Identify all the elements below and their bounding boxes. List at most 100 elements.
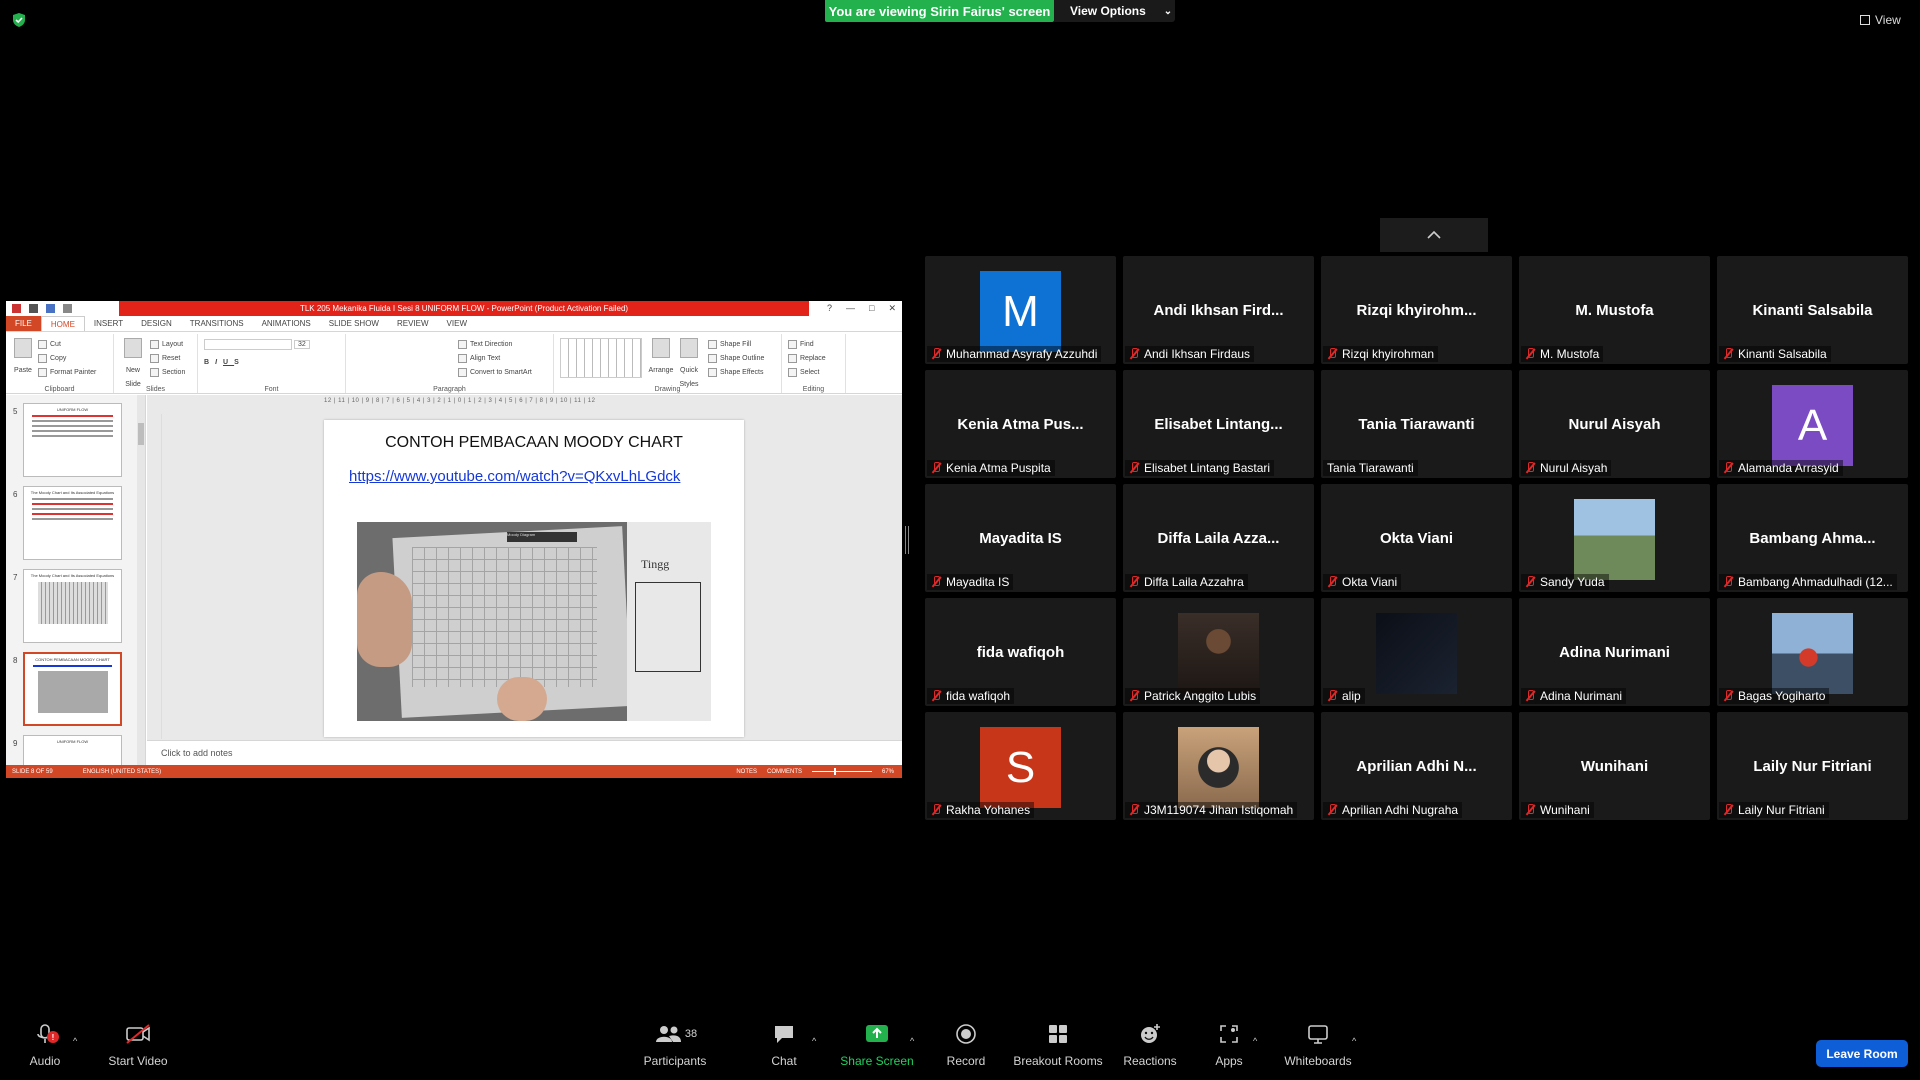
muted-mic-icon: [1327, 804, 1337, 816]
ppt-title-bar: TLK 205 Mekanika Fluida I Sesi 8 UNIFORM…: [6, 301, 902, 316]
ribbon-group-clipboard: Paste Cut Copy Format Painter Clipboard: [6, 334, 114, 393]
new-slide-icon: [124, 338, 142, 358]
reactions-button[interactable]: Reactions: [1122, 1020, 1178, 1076]
shape-outline-icon: [708, 353, 717, 363]
participant-tile[interactable]: Adina Nurimani Adina Nurimani: [1519, 598, 1710, 706]
participant-gallery: M Muhammad Asyrafy Azzuhdi Andi Ikhsan Fir…: [925, 256, 1910, 824]
collapse-gallery-button[interactable]: [1380, 218, 1488, 252]
participant-tile[interactable]: Elisabet Lintang... Elisabet Lintang Bast…: [1123, 370, 1314, 478]
participants-button[interactable]: 38 Participants: [640, 1020, 710, 1076]
participant-tile[interactable]: Aprilian Adhi N... Aprilian Adhi Nugraha: [1321, 712, 1512, 820]
muted-mic-icon: [1525, 576, 1535, 588]
participant-tile[interactable]: Nurul Aisyah Nurul Aisyah: [1519, 370, 1710, 478]
participant-tile[interactable]: fida wafiqoh fida wafiqoh: [925, 598, 1116, 706]
participant-name: Wunihani: [1540, 803, 1590, 817]
layout-icon: [150, 339, 159, 349]
participant-tile[interactable]: Mayadita IS Mayadita IS: [925, 484, 1116, 592]
security-shield-icon[interactable]: [11, 12, 27, 28]
participant-tile[interactable]: Kenia Atma Pus... Kenia Atma Puspita: [925, 370, 1116, 478]
apps-icon: [1220, 1025, 1238, 1043]
participant-name: Alamanda Arrasyid: [1738, 461, 1839, 475]
language-status: ENGLISH (UNITED STATES): [82, 768, 162, 775]
participant-tile[interactable]: J3M119074 Jihan Istiqomah: [1123, 712, 1314, 820]
breakout-rooms-button[interactable]: Breakout Rooms: [1013, 1020, 1103, 1076]
apps-button[interactable]: Apps: [1212, 1020, 1246, 1076]
participant-tile[interactable]: alip: [1321, 598, 1512, 706]
share-screen-button[interactable]: Share Screen: [838, 1020, 916, 1076]
participant-tile[interactable]: Kinanti Salsabila Kinanti Salsabila: [1717, 256, 1908, 364]
section-label: Section: [162, 369, 186, 376]
participant-name-label: Mayadita IS: [927, 574, 1014, 590]
record-button[interactable]: Record: [944, 1020, 988, 1076]
quick-styles-icon: [680, 338, 698, 358]
muted-mic-icon: [1723, 462, 1733, 474]
participant-display-name: Kenia Atma Pus...: [957, 416, 1084, 433]
participant-tile[interactable]: S Rakha Yohanes: [925, 712, 1116, 820]
participant-tile[interactable]: Patrick Anggito Lubis: [1123, 598, 1314, 706]
participant-name: Andi Ikhsan Firdaus: [1144, 347, 1251, 361]
participant-name-label: Bagas Yogiharto: [1719, 688, 1830, 704]
copy-icon: [38, 353, 47, 363]
participant-name: alip: [1342, 689, 1361, 703]
audio-button[interactable]: Audio: [22, 1020, 68, 1076]
tab-insert: INSERT: [93, 319, 124, 328]
start-video-label: Start Video: [108, 1054, 168, 1068]
participant-display-name: Andi Ikhsan Fird...: [1153, 302, 1284, 319]
participant-name: Rizqi khyirohman: [1342, 347, 1435, 361]
participant-tile[interactable]: Wunihani Wunihani: [1519, 712, 1710, 820]
copy-label: Copy: [50, 355, 67, 362]
participant-tile[interactable]: M Muhammad Asyrafy Azzuhdi: [925, 256, 1116, 364]
participant-tile[interactable]: A Alamanda Arrasyid: [1717, 370, 1908, 478]
start-video-button[interactable]: Start Video: [103, 1020, 173, 1076]
redo-icon: [63, 304, 72, 313]
muted-mic-icon: [1129, 462, 1139, 474]
apps-options-caret-icon[interactable]: ^: [1253, 1036, 1257, 1046]
participant-tile[interactable]: Diffa Laila Azza... Diffa Laila Azzahra: [1123, 484, 1314, 592]
participant-tile[interactable]: M. Mustofa M. Mustofa: [1519, 256, 1710, 364]
text-direction-icon: [458, 339, 467, 349]
leave-room-button[interactable]: Leave Room: [1816, 1040, 1908, 1067]
participant-tile[interactable]: Laily Nur Fitriani Laily Nur Fitriani: [1717, 712, 1908, 820]
share-options-caret-icon[interactable]: ^: [910, 1036, 914, 1046]
audio-options-caret-icon[interactable]: ^: [73, 1036, 77, 1046]
ppt-ribbon: Paste Cut Copy Format Painter Clipboard …: [6, 331, 902, 394]
breakout-rooms-label: Breakout Rooms: [1013, 1054, 1103, 1068]
vertical-ruler: [154, 414, 162, 739]
participant-name: Rakha Yohanes: [946, 803, 1031, 817]
thumb-number: 7: [13, 573, 18, 582]
participant-video: [1574, 499, 1655, 580]
participant-name: Diffa Laila Azzahra: [1144, 575, 1244, 589]
whiteboards-button[interactable]: Whiteboards: [1282, 1020, 1354, 1076]
quick-access-toolbar: [12, 304, 72, 313]
participant-tile[interactable]: Tania Tiarawanti Tania Tiarawanti: [1321, 370, 1512, 478]
record-icon: [956, 1024, 976, 1044]
layout-label: Layout: [162, 341, 184, 348]
shapes-gallery: [560, 338, 642, 378]
participant-name: Muhammad Asyrafy Azzuhdi: [946, 347, 1098, 361]
apps-label: Apps: [1215, 1054, 1243, 1068]
chat-options-caret-icon[interactable]: ^: [812, 1036, 816, 1046]
ribbon-group-drawing: Arrange Quick Styles Shape Fill Shape Ou…: [554, 334, 782, 393]
chat-button[interactable]: Chat: [768, 1020, 800, 1076]
align-text-label: Align Text: [470, 355, 501, 362]
participant-tile[interactable]: Rizqi khyirohm... Rizqi khyirohman: [1321, 256, 1512, 364]
tab-transitions: TRANSITIONS: [189, 319, 244, 328]
tab-slide-show: SLIDE SHOW: [328, 319, 379, 328]
clipboard-group-label: Clipboard: [44, 386, 75, 393]
whiteboards-options-caret-icon[interactable]: ^: [1352, 1036, 1356, 1046]
view-options-button[interactable]: View Options ⌄: [1054, 0, 1175, 22]
view-button[interactable]: View: [1860, 10, 1916, 30]
underline-icon: U: [223, 359, 235, 366]
muted-mic-icon: [931, 576, 941, 588]
whiteboards-label: Whiteboards: [1284, 1054, 1352, 1068]
participant-tile[interactable]: Andi Ikhsan Fird... Andi Ikhsan Firdaus: [1123, 256, 1314, 364]
participant-name-label: Nurul Aisyah: [1521, 460, 1612, 476]
participant-tile[interactable]: Sandy Yuda: [1519, 484, 1710, 592]
panel-splitter-handle[interactable]: [905, 526, 909, 554]
format-painter-label: Format Painter: [50, 369, 97, 376]
participant-tile[interactable]: Bagas Yogiharto: [1717, 598, 1908, 706]
participant-tile[interactable]: Bambang Ahma... Bambang Ahmadulhadi (12..…: [1717, 484, 1908, 592]
participant-tile[interactable]: Okta Viani Okta Viani: [1321, 484, 1512, 592]
muted-mic-icon: [1327, 576, 1337, 588]
strikethrough-icon: S: [234, 359, 245, 366]
